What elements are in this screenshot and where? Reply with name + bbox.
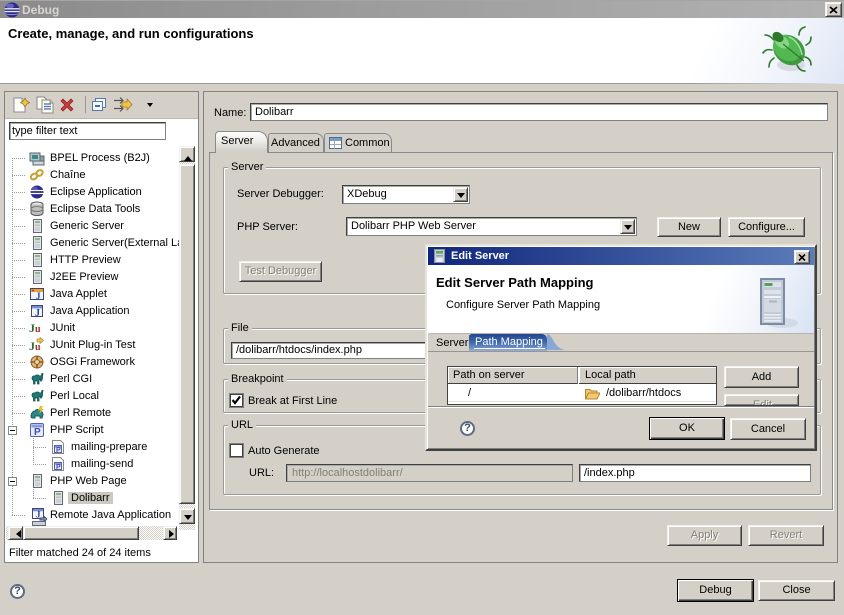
svg-text:u: u xyxy=(35,324,41,335)
svg-text:P: P xyxy=(34,427,41,438)
svg-text:J: J xyxy=(36,291,41,301)
svg-text:J: J xyxy=(35,308,40,319)
svg-text:P: P xyxy=(56,464,61,471)
svg-text:P: P xyxy=(56,447,61,454)
